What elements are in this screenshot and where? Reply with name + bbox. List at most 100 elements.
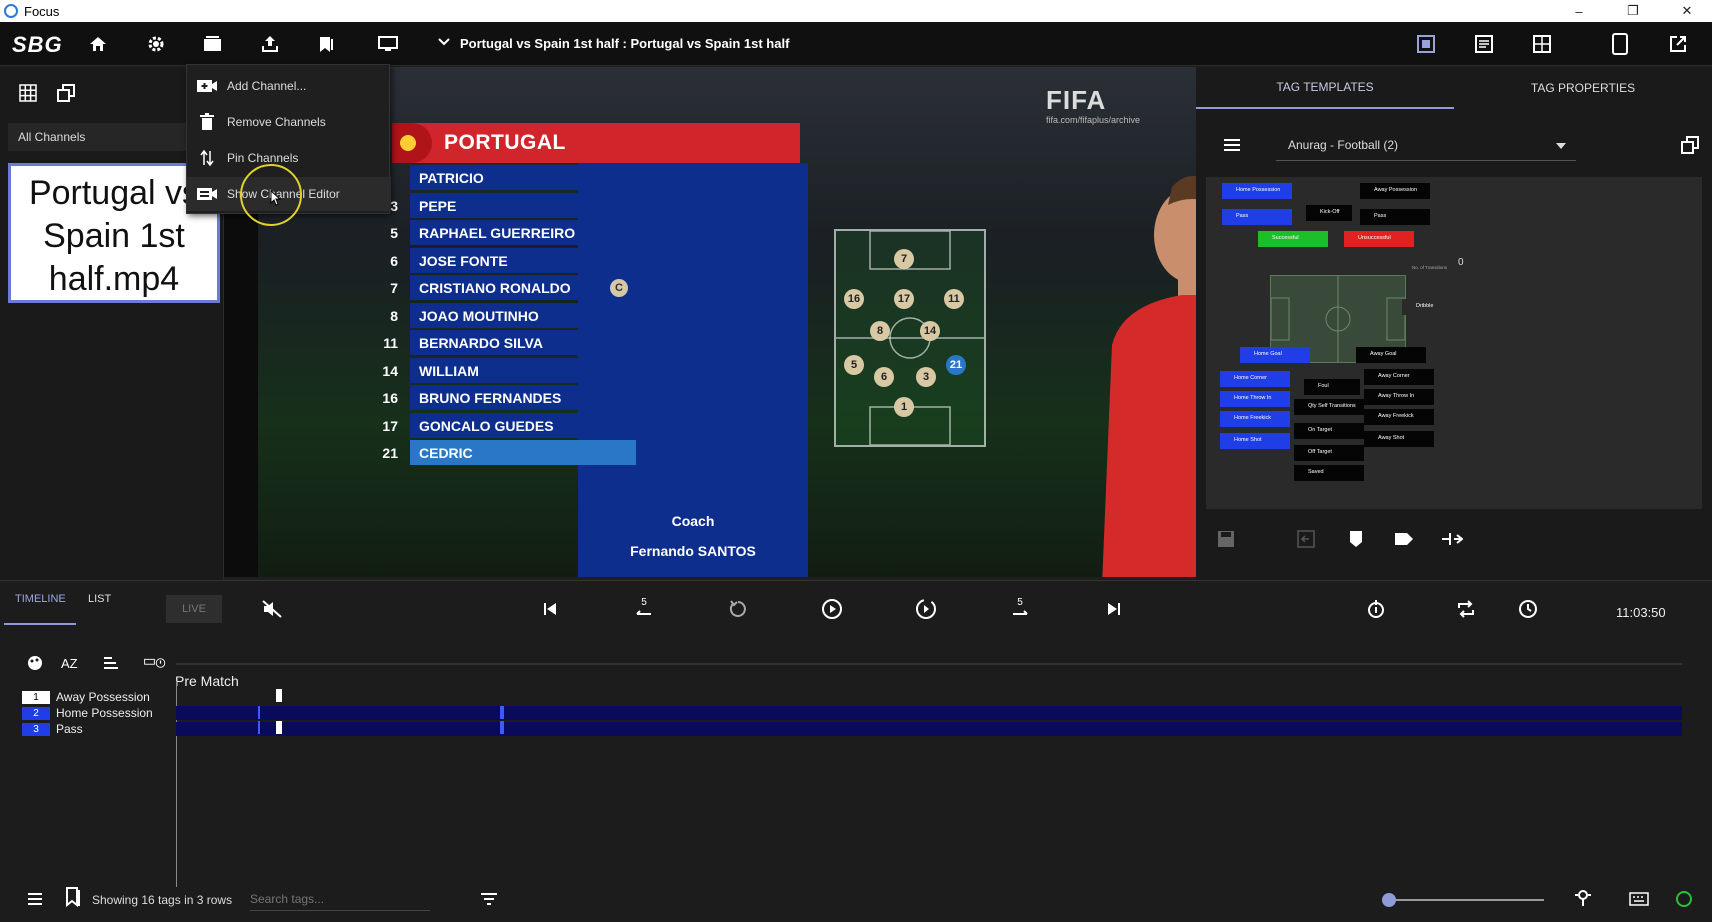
import-template-button[interactable] bbox=[1292, 525, 1320, 553]
main-toolbar: SBG Portugal vs Spain 1st half : Portuga… bbox=[0, 22, 1712, 66]
sync-button[interactable] bbox=[1362, 595, 1390, 623]
template-tag-button[interactable]: Away Freekick bbox=[1364, 409, 1434, 425]
grid-view-button[interactable] bbox=[14, 79, 42, 107]
template-tag-button[interactable]: Away Shot bbox=[1364, 431, 1434, 447]
search-tags-input[interactable] bbox=[250, 887, 430, 911]
roster-row: 21 CEDRIC bbox=[354, 440, 804, 468]
popout-button[interactable] bbox=[52, 79, 80, 107]
template-tag-button[interactable]: Away Throw In bbox=[1364, 389, 1434, 405]
timeline-track[interactable] bbox=[176, 690, 1682, 704]
rewind-button[interactable] bbox=[724, 595, 752, 623]
chevron-down-icon[interactable] bbox=[436, 34, 452, 50]
layout-single-button[interactable] bbox=[1412, 30, 1440, 58]
tab-timeline[interactable]: TIMELINE bbox=[15, 593, 66, 605]
filter-rows-button[interactable] bbox=[144, 653, 166, 673]
player-name: BERNARDO SILVA bbox=[410, 330, 636, 355]
template-tag-button[interactable]: Pass bbox=[1222, 209, 1292, 225]
window-title: Focus bbox=[24, 3, 60, 19]
add-label-tool[interactable] bbox=[1390, 525, 1418, 553]
template-tag-button[interactable]: Home Goal bbox=[1240, 347, 1310, 363]
color-palette-button[interactable] bbox=[24, 653, 46, 673]
sort-az-button[interactable]: AZ bbox=[60, 653, 82, 673]
timeline-row-label[interactable]: 2 Home Possession bbox=[22, 705, 153, 721]
gear-icon bbox=[148, 36, 164, 52]
template-tag-button[interactable]: Home Possession bbox=[1222, 183, 1292, 199]
template-tag-button[interactable]: Successful bbox=[1258, 231, 1328, 247]
template-tag-button[interactable]: Saved bbox=[1294, 465, 1364, 481]
save-template-button[interactable] bbox=[1212, 525, 1240, 553]
template-tag-button[interactable]: Kick-Off bbox=[1306, 205, 1352, 221]
align-button[interactable] bbox=[100, 653, 122, 673]
live-button[interactable]: LIVE bbox=[166, 595, 222, 623]
menu-button[interactable] bbox=[24, 889, 46, 909]
template-tag-button[interactable]: Home Corner bbox=[1220, 371, 1290, 387]
tags-bookmark-button[interactable] bbox=[62, 887, 84, 908]
template-tag-button[interactable]: Away Possession bbox=[1360, 183, 1430, 199]
close-button[interactable]: ✕ bbox=[1664, 0, 1710, 22]
skip-forward-button[interactable]: 5 bbox=[1006, 595, 1034, 623]
clock-button[interactable] bbox=[1514, 595, 1542, 623]
bookmarks-button[interactable] bbox=[312, 30, 340, 58]
keyboard-button[interactable] bbox=[1628, 889, 1650, 909]
add-link-tool[interactable] bbox=[1438, 525, 1466, 553]
skip-back-button[interactable]: 5 bbox=[630, 595, 658, 623]
template-tag-button[interactable]: Unsuccessful bbox=[1344, 231, 1414, 247]
external-link-icon bbox=[1670, 36, 1686, 52]
bookmark-icon bbox=[66, 887, 80, 908]
minimize-button[interactable]: – bbox=[1556, 0, 1602, 22]
open-external-button[interactable] bbox=[1664, 30, 1692, 58]
play-button[interactable] bbox=[818, 595, 846, 623]
template-tag-button[interactable]: Pass bbox=[1360, 209, 1430, 225]
template-tag-button[interactable]: Home Throw In bbox=[1220, 391, 1290, 407]
mute-button[interactable] bbox=[258, 595, 286, 623]
layout-grid-button[interactable] bbox=[1528, 30, 1556, 58]
tab-list[interactable]: LIST bbox=[88, 593, 111, 605]
tag-marker[interactable] bbox=[258, 721, 260, 734]
template-tag-button[interactable]: Qty Self Transitions bbox=[1294, 399, 1364, 415]
settings-button[interactable] bbox=[142, 30, 170, 58]
menu-item-add-channel[interactable]: Add Channel... bbox=[187, 69, 391, 103]
template-menu-button[interactable] bbox=[1218, 131, 1246, 159]
template-select[interactable]: Anurag - Football (2) bbox=[1276, 131, 1576, 161]
timeline-track[interactable] bbox=[176, 706, 1682, 720]
add-button-tool[interactable] bbox=[1342, 525, 1370, 553]
restore-button[interactable]: ❐ bbox=[1610, 0, 1656, 22]
zoom-fit-button[interactable] bbox=[1572, 887, 1594, 907]
go-to-end-button[interactable] bbox=[1100, 595, 1128, 623]
template-tag-button[interactable]: Home Freekick bbox=[1220, 411, 1290, 427]
template-tag-button[interactable]: Dribble bbox=[1402, 299, 1458, 315]
template-tag-button[interactable]: On Target bbox=[1294, 423, 1364, 439]
template-tag-button[interactable]: Off Target bbox=[1294, 445, 1364, 461]
tag-marker[interactable] bbox=[500, 721, 504, 734]
display-button[interactable] bbox=[374, 30, 402, 58]
tag-marker[interactable] bbox=[258, 706, 260, 719]
template-tag-button[interactable]: Foul bbox=[1304, 379, 1360, 395]
timeline-row-label[interactable]: 3 Pass bbox=[22, 721, 83, 737]
tag-marker[interactable] bbox=[276, 721, 282, 734]
channels-button[interactable] bbox=[199, 30, 227, 58]
tab-tag-properties[interactable]: TAG PROPERTIES bbox=[1454, 67, 1712, 109]
template-tag-button[interactable]: Home Shot bbox=[1220, 433, 1290, 449]
session-title[interactable]: Portugal vs Spain 1st half : Portugal vs… bbox=[460, 36, 789, 51]
loop-button[interactable] bbox=[1452, 595, 1480, 623]
zoom-slider-track[interactable] bbox=[1382, 899, 1544, 901]
tag-marker[interactable] bbox=[276, 689, 282, 702]
menu-item-remove-channels[interactable]: Remove Channels bbox=[187, 105, 391, 139]
frame-step-button[interactable] bbox=[912, 595, 940, 623]
export-button[interactable] bbox=[256, 30, 284, 58]
template-tag-button[interactable]: Away Corner bbox=[1364, 369, 1434, 385]
trash-icon bbox=[200, 113, 214, 130]
tablet-button[interactable] bbox=[1606, 30, 1634, 58]
layout-list-button[interactable] bbox=[1470, 30, 1498, 58]
template-tag-button[interactable]: Away Goal bbox=[1356, 347, 1426, 363]
filter-button[interactable] bbox=[478, 889, 500, 909]
tab-tag-templates[interactable]: TAG TEMPLATES bbox=[1196, 67, 1454, 109]
template-popout-button[interactable] bbox=[1676, 131, 1704, 159]
tag-marker[interactable] bbox=[500, 706, 504, 719]
home-button[interactable] bbox=[84, 30, 112, 58]
go-to-start-button[interactable] bbox=[536, 595, 564, 623]
timeline-row-label[interactable]: 1 Away Possession bbox=[22, 689, 150, 705]
zoom-slider-knob[interactable] bbox=[1382, 893, 1397, 907]
timeline-scrubber[interactable] bbox=[176, 663, 1682, 665]
timeline-track[interactable] bbox=[176, 722, 1682, 736]
